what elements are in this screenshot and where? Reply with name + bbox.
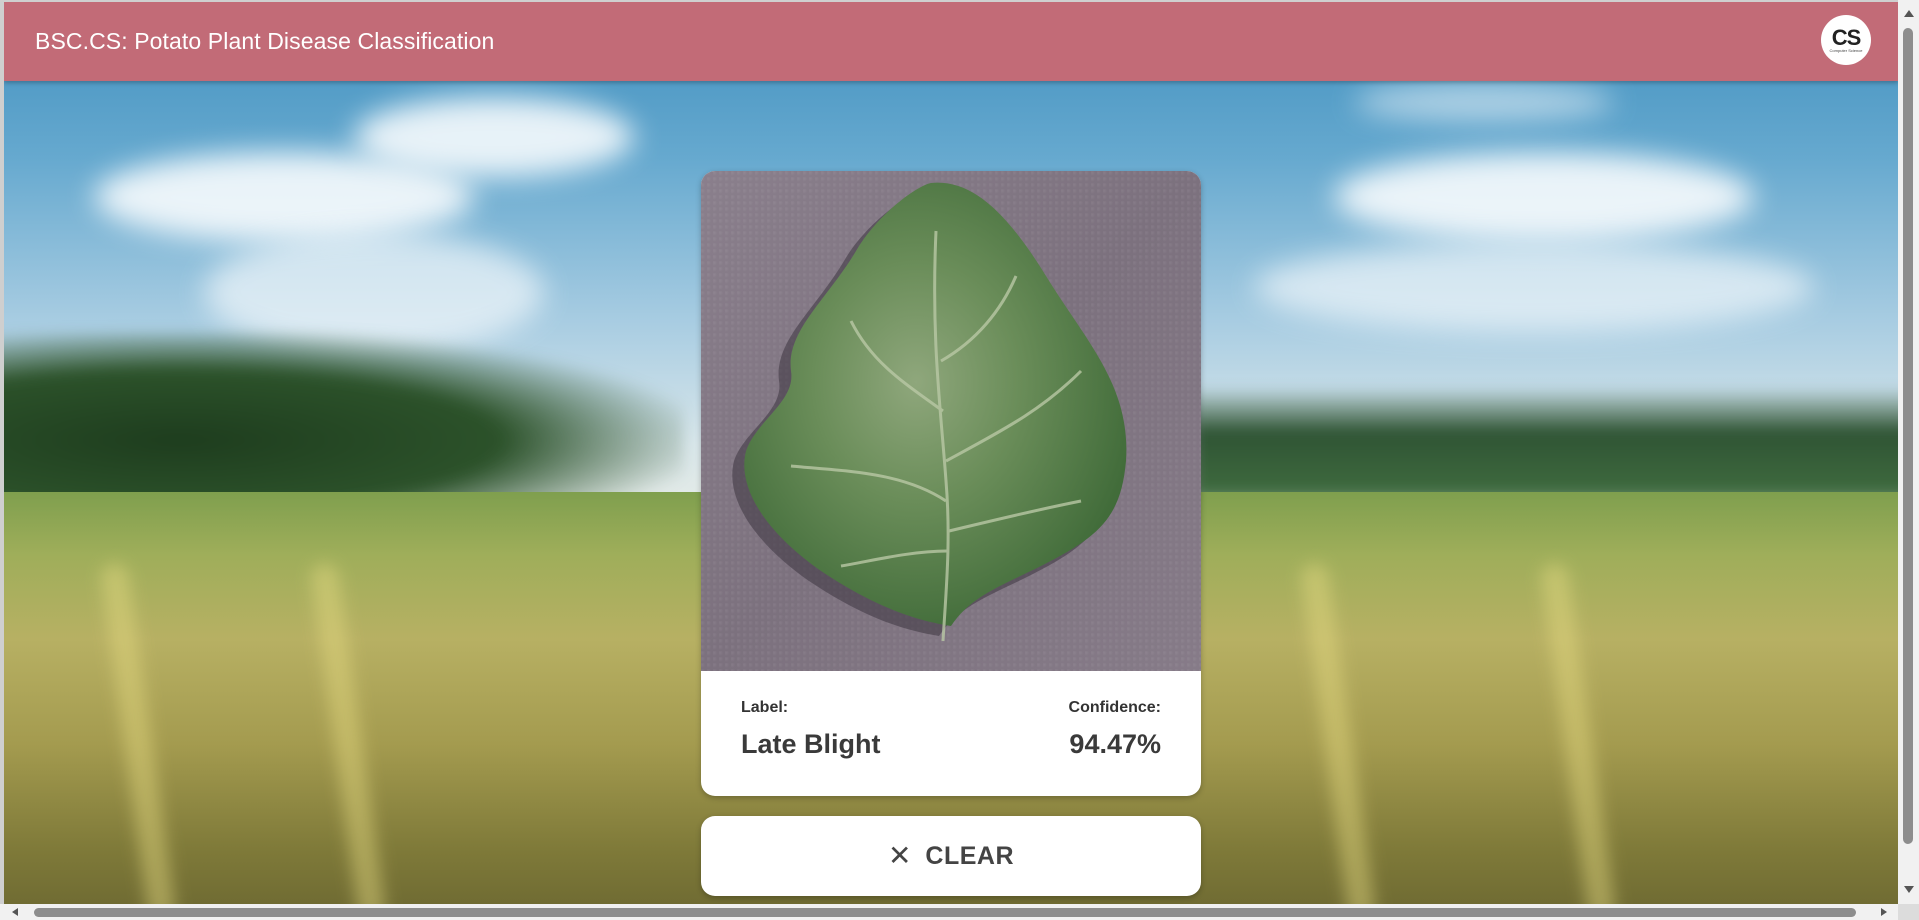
- scroll-up-arrow-icon[interactable]: [1904, 10, 1914, 17]
- clear-button[interactable]: ✕ CLEAR: [701, 816, 1201, 896]
- predicted-label: Late Blight: [741, 729, 881, 759]
- scroll-left-arrow-icon[interactable]: [12, 908, 18, 916]
- leaf-illustration: [732, 182, 1127, 642]
- logo-text: CS: [1831, 24, 1862, 50]
- confidence-caption: Confidence:: [1068, 699, 1161, 716]
- logo-subtext: Computer Science: [1829, 47, 1863, 53]
- prediction-result: Label: Late Blight Confidence: 94.47%: [701, 671, 1201, 796]
- cloud: [354, 97, 634, 177]
- scroll-down-arrow-icon[interactable]: [1904, 886, 1914, 893]
- app-window: BSC.CS: Potato Plant Disease Classificat…: [4, 2, 1898, 904]
- app-title: BSC.CS: Potato Plant Disease Classificat…: [35, 28, 495, 54]
- scroll-right-arrow-icon[interactable]: [1881, 908, 1887, 916]
- vertical-scrollbar-thumb[interactable]: [1903, 28, 1913, 844]
- close-icon: ✕: [887, 839, 912, 872]
- vertical-scrollbar[interactable]: [1898, 0, 1919, 904]
- cloud: [1334, 152, 1754, 242]
- confidence-value: 94.47%: [1069, 729, 1161, 759]
- cloud: [1354, 82, 1614, 122]
- horizontal-scrollbar-thumb[interactable]: [34, 908, 1856, 917]
- cloud: [1254, 242, 1814, 332]
- horizontal-scrollbar[interactable]: [0, 904, 1919, 920]
- scrollbar-corner: [1898, 904, 1919, 920]
- potato-leaf-image: [701, 171, 1201, 671]
- clear-button-label: CLEAR: [925, 841, 1015, 870]
- label-caption: Label:: [741, 699, 789, 716]
- result-card: Label: Late Blight Confidence: 94.47%: [701, 171, 1201, 796]
- background-trees-left: [4, 332, 684, 512]
- app-header: BSC.CS: Potato Plant Disease Classificat…: [4, 2, 1898, 81]
- logo-avatar: CS Computer Science: [1821, 15, 1871, 65]
